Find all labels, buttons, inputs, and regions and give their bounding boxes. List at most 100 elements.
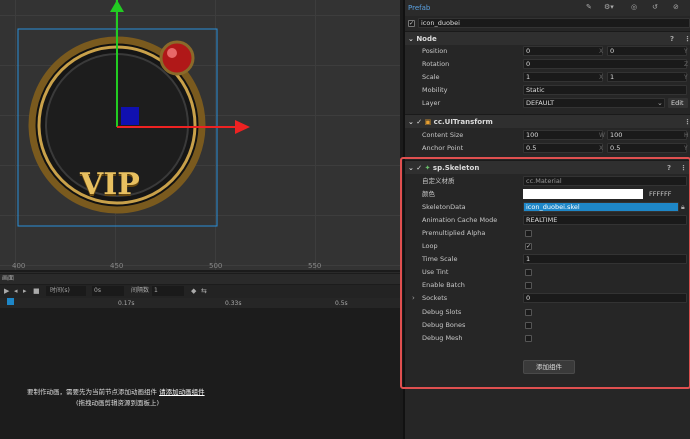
debug-slots-checkbox[interactable] bbox=[525, 309, 532, 316]
position-y-input[interactable]: 0 bbox=[607, 46, 687, 56]
layer-select[interactable]: DEFAULT bbox=[523, 98, 665, 108]
tick-label: 0.33s bbox=[225, 300, 242, 307]
debug-mesh-checkbox[interactable] bbox=[525, 335, 532, 342]
scene-canvas bbox=[17, 0, 250, 227]
sockets-input[interactable]: 0 bbox=[523, 293, 687, 303]
gizmo-center bbox=[121, 107, 139, 125]
time-unit-select[interactable]: 时间(s) bbox=[46, 286, 86, 296]
apply-icon[interactable]: ⊘ bbox=[673, 3, 679, 11]
position-x-input[interactable]: 0 bbox=[523, 46, 603, 56]
debug-bones-label: Debug Bones bbox=[422, 321, 466, 329]
layer-edit-button[interactable]: Edit bbox=[668, 98, 688, 108]
align-icon[interactable]: ⇆ bbox=[201, 287, 207, 295]
skeleton-data-field[interactable]: icon_duobei.skel bbox=[523, 202, 679, 212]
uitransform-title: cc.UITransform bbox=[433, 118, 493, 126]
enable-batch-checkbox[interactable] bbox=[525, 282, 532, 289]
node-active-checkbox[interactable]: ✓ bbox=[408, 20, 415, 27]
prefab-header: Prefab bbox=[408, 4, 431, 12]
chevron-down-icon: ⌄ bbox=[657, 99, 663, 107]
animation-panel: 画面 ▶ ◂ ▸ ■ 时间(s) 0s 间隔数 1 ◆ ⇆ 0.17s 0.33… bbox=[0, 272, 400, 439]
scale-label: Scale bbox=[422, 73, 440, 81]
loop-label: Loop bbox=[422, 242, 438, 250]
anchor-y-input[interactable]: 0.5 bbox=[607, 143, 687, 153]
scale-x-input[interactable]: 1 bbox=[523, 72, 603, 82]
help-icon[interactable]: ? bbox=[670, 32, 674, 46]
anchor-x-input[interactable]: 0.5 bbox=[523, 143, 603, 153]
debug-bones-checkbox[interactable] bbox=[525, 322, 532, 329]
add-component-button[interactable]: 添加组件 bbox=[523, 360, 575, 374]
anim-message-text: 要制作动画，需要先为当前节点添加动画组件 bbox=[27, 388, 157, 396]
content-height-input[interactable]: 100 bbox=[607, 130, 687, 140]
anchor-label: Anchor Point bbox=[422, 144, 464, 152]
interval-label: 间隔数 bbox=[131, 287, 150, 294]
custom-material-field[interactable]: cc.Material bbox=[523, 176, 687, 186]
help-icon[interactable]: ? bbox=[667, 161, 671, 175]
position-label: Position bbox=[422, 47, 448, 55]
anim-message: 要制作动画，需要先为当前节点添加动画组件 请添加动画组件 bbox=[27, 386, 205, 396]
color-hex: FFFFFF bbox=[649, 190, 672, 198]
chevron-right-icon[interactable]: › bbox=[412, 292, 415, 305]
sockets-label: Sockets bbox=[422, 294, 448, 302]
more-icon[interactable]: ⋮ bbox=[680, 161, 687, 175]
ruler-x-1: 450 bbox=[110, 262, 124, 270]
lock-icon[interactable]: 🔒︎ bbox=[681, 201, 685, 214]
use-tint-checkbox[interactable] bbox=[525, 269, 532, 276]
content-width-input[interactable]: 100 bbox=[523, 130, 603, 140]
skeleton-title: sp.Skeleton bbox=[432, 164, 480, 172]
premult-label: Premultiplied Alpha bbox=[422, 229, 486, 237]
interval-input[interactable]: 1 bbox=[152, 286, 184, 296]
cache-mode-select[interactable]: REALTIME bbox=[523, 215, 687, 225]
locate-icon[interactable]: ◎ bbox=[631, 3, 637, 11]
skeleton-data-label: SkeletonData bbox=[422, 203, 466, 211]
cache-mode-label: Animation Cache Mode bbox=[422, 216, 498, 224]
ruler-x-2: 500 bbox=[209, 262, 223, 270]
custom-material-label: 自定义材质 bbox=[422, 177, 455, 185]
stop-icon[interactable]: ■ bbox=[33, 287, 40, 295]
loop-checkbox[interactable]: ✓ bbox=[525, 243, 532, 250]
add-anim-component-link[interactable]: 请添加动画组件 bbox=[159, 388, 205, 396]
use-tint-label: Use Tint bbox=[422, 268, 449, 276]
y-axis-arrow bbox=[110, 0, 124, 12]
enable-batch-label: Enable Batch bbox=[422, 281, 465, 289]
prev-frame-icon[interactable]: ◂ bbox=[14, 287, 18, 295]
ruler-x-3: 550 bbox=[308, 262, 322, 270]
inspector-panel: Prefab ✎ ⚙▾ ◎ ↺ ⊘ ✓ icon_duobei ⌄ Node ?… bbox=[400, 0, 690, 439]
layer-label: Layer bbox=[422, 99, 441, 107]
edit-icon[interactable]: ✎ bbox=[586, 3, 592, 11]
premult-checkbox[interactable] bbox=[525, 230, 532, 237]
tick-label: 0.17s bbox=[118, 300, 135, 307]
revert-icon[interactable]: ↺ bbox=[652, 3, 658, 11]
color-label: 颜色 bbox=[422, 190, 435, 198]
rotation-z-input[interactable]: 0 bbox=[523, 59, 687, 69]
more-icon[interactable]: ⋮ bbox=[684, 32, 690, 46]
gear-icon[interactable]: ⚙▾ bbox=[604, 3, 614, 11]
time-scale-input[interactable]: 1 bbox=[523, 254, 687, 264]
ruby-gem bbox=[159, 40, 195, 76]
skeleton-section-header[interactable]: ⌄ ✓ ✦ sp.Skeleton ? ⋮ bbox=[405, 160, 689, 174]
ruler-x-0: 400 bbox=[12, 262, 26, 270]
playhead[interactable] bbox=[7, 298, 14, 305]
uitransform-icon: ▣ bbox=[424, 118, 432, 126]
rotation-label: Rotation bbox=[422, 60, 450, 68]
play-first-icon[interactable]: ▶ bbox=[4, 287, 9, 295]
node-section-title: Node bbox=[416, 35, 437, 43]
scale-y-input[interactable]: 1 bbox=[607, 72, 687, 82]
node-section-header[interactable]: ⌄ Node ? ⋮ bbox=[405, 31, 690, 45]
vip-text: VIP bbox=[80, 167, 140, 202]
keyframe-icon[interactable]: ◆ bbox=[191, 287, 196, 295]
debug-slots-label: Debug Slots bbox=[422, 308, 462, 316]
more-icon[interactable]: ⋮ bbox=[684, 115, 690, 129]
skeleton-icon: ✦ bbox=[424, 164, 431, 172]
uitransform-section-header[interactable]: ⌄ ✓ ▣ cc.UITransform ⋮ bbox=[405, 114, 690, 128]
debug-mesh-label: Debug Mesh bbox=[422, 334, 463, 342]
x-axis-arrow bbox=[235, 120, 250, 134]
content-size-label: Content Size bbox=[422, 131, 464, 139]
node-name-input[interactable]: icon_duobei bbox=[418, 18, 690, 28]
mobility-select[interactable]: Static bbox=[523, 85, 687, 95]
color-swatch[interactable] bbox=[523, 189, 643, 199]
scene-view[interactable]: VIP 400 450 500 550 bbox=[0, 0, 400, 270]
time-input[interactable]: 0s bbox=[92, 286, 124, 296]
next-frame-icon[interactable]: ▸ bbox=[23, 287, 27, 295]
anim-hint: (拖拽动画剪辑资源到面板上) bbox=[76, 399, 160, 407]
anim-title: 画面 bbox=[0, 274, 400, 284]
